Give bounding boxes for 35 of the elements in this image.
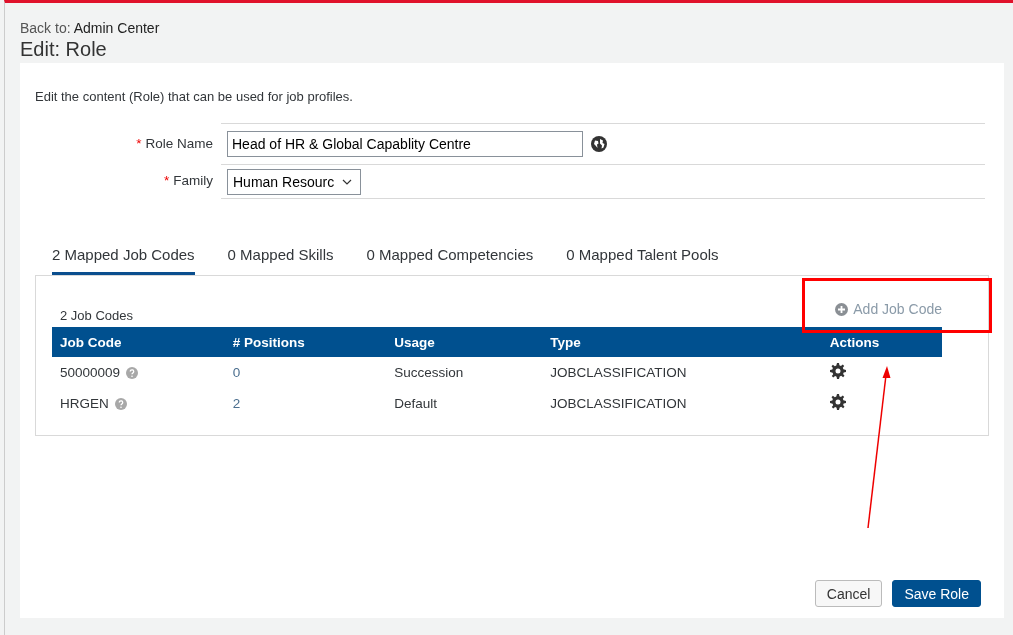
job-code-count: 2 Job Codes: [59, 308, 133, 323]
save-button[interactable]: Save Role: [892, 580, 981, 607]
field-label: Role Name: [145, 135, 213, 151]
chevron-down-icon: [342, 178, 352, 185]
gear-icon[interactable]: [829, 394, 846, 410]
tab[interactable]: 0 Mapped Skills: [227, 246, 334, 275]
role-name-field[interactable]: Head of HR & Global Capablity Centre: [227, 131, 583, 157]
back-link-text: Back to: Admin Center: [20, 20, 161, 36]
description-text: Edit the content (Role) that can be used for job profiles.: [35, 89, 354, 104]
table-cell: HRGEN: [60, 396, 109, 411]
globe-icon[interactable]: [591, 136, 607, 152]
column-header: Type: [542, 327, 822, 357]
required-mark: *: [136, 135, 142, 151]
tab[interactable]: 2 Mapped Job Codes: [52, 246, 195, 275]
tab[interactable]: 0 Mapped Competencies: [366, 246, 534, 275]
positions-link[interactable]: 2: [224, 388, 387, 419]
table-cell: JOBCLASSIFICATION: [542, 357, 822, 388]
plus-circle-icon: [835, 302, 849, 316]
column-header: Job Code: [52, 327, 225, 357]
column-header: Usage: [386, 327, 543, 357]
tab[interactable]: 0 Mapped Talent Pools: [566, 246, 719, 275]
field-label: Family: [173, 173, 213, 188]
table-cell: 50000009: [60, 365, 121, 380]
table-cell-text: JOBCLASSIFICATION: [549, 395, 688, 413]
table-cell: Succession: [386, 357, 543, 388]
family-dropdown[interactable]: Human Resourc: [227, 168, 361, 195]
admin-center-link[interactable]: Admin Center: [73, 20, 160, 36]
column-header: Actions: [821, 327, 942, 357]
gear-icon[interactable]: [829, 363, 846, 379]
positions-link[interactable]: 0: [224, 357, 387, 388]
table-cell-text: Default: [393, 395, 438, 413]
required-mark: *: [164, 173, 170, 188]
cancel-button[interactable]: Cancel: [814, 580, 883, 607]
column-header: # Positions: [224, 327, 387, 357]
page-title: Edit: Role: [20, 38, 108, 61]
